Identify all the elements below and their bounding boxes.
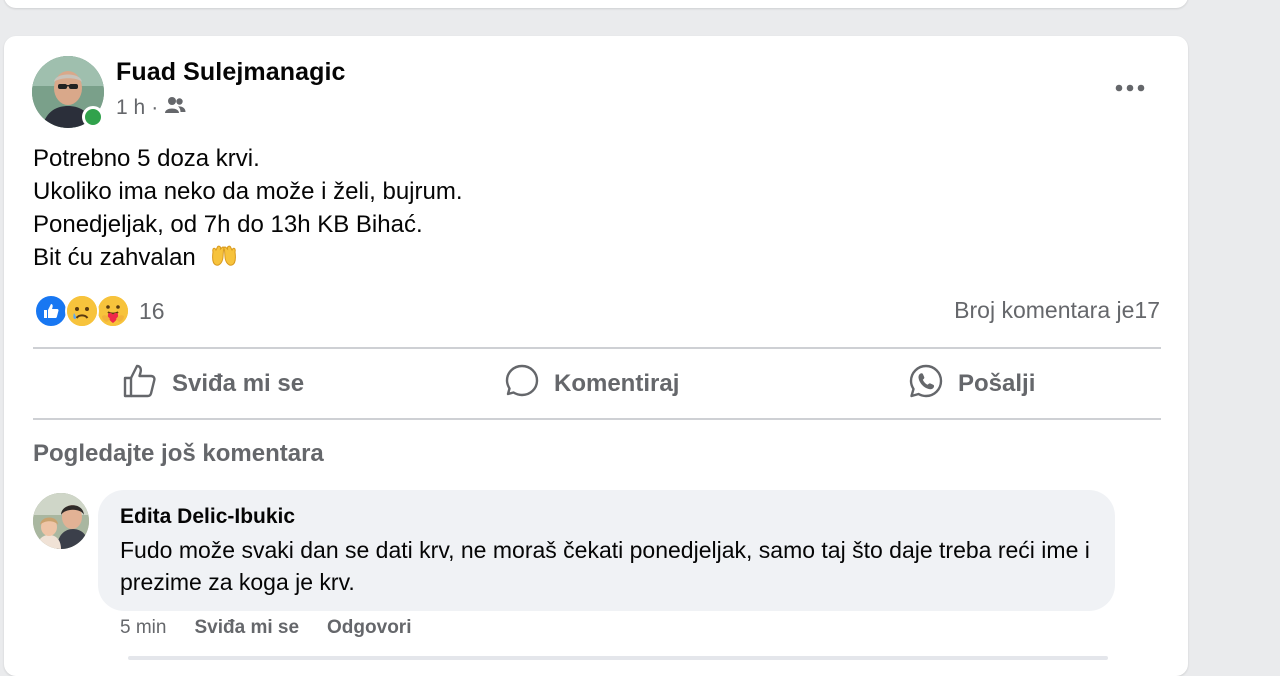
meta-separator: · xyxy=(151,96,159,119)
comment-button[interactable]: Komentiraj xyxy=(504,360,679,408)
next-comment-edge xyxy=(128,656,1108,660)
reaction-count: 16 xyxy=(139,297,165,324)
actions-bottom-divider xyxy=(33,418,1161,420)
more-options-button[interactable] xyxy=(1108,74,1152,102)
reactions-summary[interactable]: 16 xyxy=(34,293,165,329)
comment-label: Komentiraj xyxy=(554,370,680,397)
comment-reply-link[interactable]: Odgovori xyxy=(327,617,411,639)
more-dots-icon xyxy=(1115,79,1145,97)
online-status-dot xyxy=(82,106,104,128)
like-button[interactable]: Sviđa mi se xyxy=(122,360,304,408)
post-line: Bit ću zahvalan xyxy=(33,244,196,271)
whatsapp-icon xyxy=(908,363,944,406)
send-button[interactable]: Pošalji xyxy=(908,360,1035,408)
post-line: Ukoliko ima neko da može i želi, bujrum. xyxy=(33,178,463,205)
sad-reaction-icon xyxy=(65,294,99,328)
post-meta: 1 h · xyxy=(116,95,186,121)
thumbs-up-icon xyxy=(122,363,158,406)
comment-time[interactable]: 5 min xyxy=(120,617,166,639)
comment-meta: 5 min Sviđa mi se Odgovori xyxy=(120,615,439,641)
send-label: Pošalji xyxy=(958,370,1036,397)
comment-author-name[interactable]: Edita Delic-Ibukic xyxy=(120,505,295,529)
comment-count[interactable]: Broj komentara je17 xyxy=(954,297,1160,324)
like-label: Sviđa mi se xyxy=(172,370,305,397)
post-line-last: Bit ću zahvalan xyxy=(33,241,463,274)
friends-icon[interactable] xyxy=(164,96,186,120)
view-more-comments-link[interactable]: Pogledajte još komentara xyxy=(33,440,324,468)
open-hands-emoji-icon xyxy=(210,244,238,277)
comment-bubble-icon xyxy=(504,363,540,406)
commenter-avatar[interactable] xyxy=(33,493,89,549)
post-time[interactable]: 1 h xyxy=(116,96,145,120)
post-line: Potrebno 5 doza krvi. xyxy=(33,145,260,172)
actions-top-divider xyxy=(33,347,1161,349)
post-line: Ponedjeljak, od 7h do 13h KB Bihać. xyxy=(33,211,423,238)
care-reaction-icon xyxy=(96,294,130,328)
previous-post-card xyxy=(4,0,1188,8)
like-reaction-icon xyxy=(34,294,68,328)
comment-like-link[interactable]: Sviđa mi se xyxy=(194,617,299,639)
post-author-name[interactable]: Fuad Sulejmanagic xyxy=(116,58,346,87)
comment-text: Fudo može svaki dan se dati krv, ne mora… xyxy=(120,537,1090,595)
post-text: Potrebno 5 doza krvi. Ukoliko ima neko d… xyxy=(33,142,463,274)
